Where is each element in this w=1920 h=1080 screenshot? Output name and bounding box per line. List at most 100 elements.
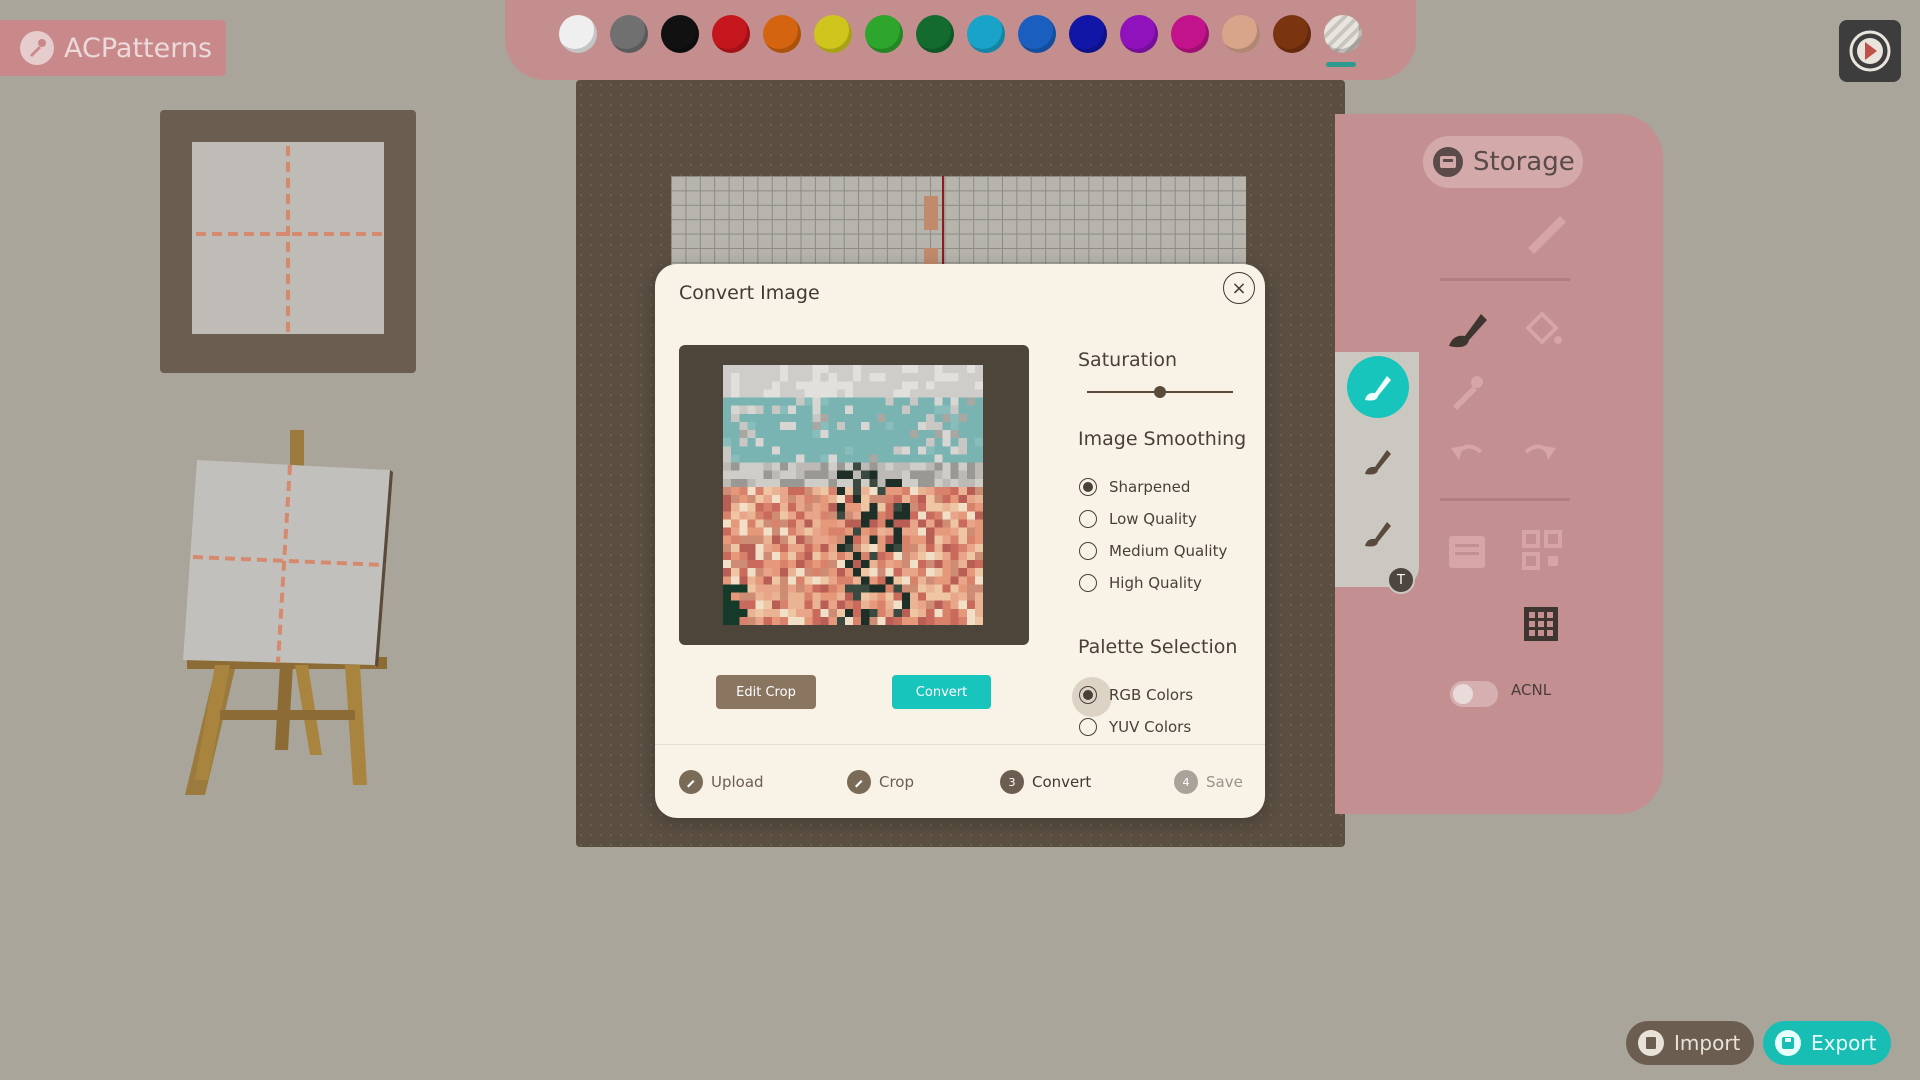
palette-swatch[interactable] <box>763 15 801 53</box>
image-pixel <box>869 397 878 406</box>
image-pixel <box>747 430 756 439</box>
image-pixel <box>755 543 764 552</box>
pattern-preview[interactable] <box>192 142 384 334</box>
image-pixel <box>861 421 870 430</box>
image-pixel <box>901 421 910 430</box>
image-pixel <box>771 470 780 479</box>
image-pixel <box>853 478 862 487</box>
export-button[interactable]: Export <box>1763 1021 1891 1065</box>
radio-rgb-colors[interactable]: RGB Colors <box>1079 686 1193 704</box>
radio-yuv-colors[interactable]: YUV Colors <box>1079 718 1191 736</box>
step-upload[interactable]: Upload <box>679 770 764 794</box>
image-pixel <box>731 438 740 447</box>
radio-sharpened[interactable]: Sharpened <box>1079 478 1190 496</box>
image-pixel <box>909 584 918 593</box>
close-button[interactable]: × <box>1223 272 1255 304</box>
image-pixel <box>739 576 748 585</box>
top-right-button[interactable] <box>1839 20 1901 82</box>
image-pixel <box>974 389 983 398</box>
image-pixel <box>942 576 951 585</box>
palette-swatch[interactable] <box>814 15 852 53</box>
image-pixel <box>836 560 845 569</box>
image-pixel <box>893 446 902 455</box>
radio-dot[interactable] <box>1079 574 1097 592</box>
image-pixel <box>877 568 886 577</box>
image-pixel <box>828 560 837 569</box>
palette-swatch[interactable] <box>1171 15 1209 53</box>
saturation-slider[interactable] <box>1087 386 1233 398</box>
app-logo[interactable]: ACPatterns <box>0 20 226 76</box>
convert-button[interactable]: Convert <box>892 675 991 709</box>
text-document-icon[interactable] <box>1447 532 1487 576</box>
palette-swatch[interactable] <box>559 15 597 53</box>
pencil-sketch-icon[interactable] <box>1520 208 1570 262</box>
radio-low-quality[interactable]: Low Quality <box>1079 510 1197 528</box>
radio-dot[interactable] <box>1079 686 1097 704</box>
image-pixel <box>893 592 902 601</box>
storage-button[interactable]: Storage <box>1423 136 1583 188</box>
radio-medium-quality[interactable]: Medium Quality <box>1079 542 1227 560</box>
palette-swatch[interactable] <box>610 15 648 53</box>
palette-swatch-pattern[interactable] <box>1324 15 1362 53</box>
paint-bucket-icon[interactable] <box>1520 306 1564 354</box>
image-pixel <box>950 608 959 617</box>
import-button[interactable]: Import <box>1626 1021 1754 1065</box>
brush-size-medium-button[interactable] <box>1361 444 1395 482</box>
image-pixel <box>909 592 918 601</box>
qr-code-icon[interactable] <box>1522 530 1562 574</box>
image-pixel <box>918 600 927 609</box>
undo-icon[interactable] <box>1447 436 1487 474</box>
acnl-toggle[interactable] <box>1450 681 1498 707</box>
grid-icon[interactable] <box>1522 605 1560 647</box>
image-pixel <box>812 365 821 374</box>
image-pixel <box>771 446 780 455</box>
step-convert[interactable]: 3 Convert <box>1000 770 1091 794</box>
palette-swatch[interactable] <box>712 15 750 53</box>
palette-swatch[interactable] <box>1069 15 1107 53</box>
redo-icon[interactable] <box>1520 436 1560 474</box>
image-pixel <box>885 616 894 625</box>
image-pixel <box>885 503 894 512</box>
image-pixel <box>731 584 740 593</box>
image-pixel <box>869 421 878 430</box>
image-pixel <box>763 495 772 504</box>
radio-dot[interactable] <box>1079 542 1097 560</box>
slider-knob[interactable] <box>1154 386 1166 398</box>
radio-dot[interactable] <box>1079 718 1097 736</box>
palette-swatch[interactable] <box>865 15 903 53</box>
palette-swatch[interactable] <box>1222 15 1260 53</box>
image-pixel <box>942 560 951 569</box>
image-pixel <box>901 527 910 536</box>
step-crop[interactable]: Crop <box>847 770 914 794</box>
radio-dot[interactable] <box>1079 478 1097 496</box>
image-pixel <box>812 446 821 455</box>
edit-crop-button[interactable]: Edit Crop <box>716 675 816 709</box>
image-pixel <box>723 608 732 617</box>
brush-size-small-button[interactable] <box>1347 356 1409 418</box>
brush-icon[interactable] <box>1443 304 1493 358</box>
tool-badge[interactable]: T <box>1387 566 1415 594</box>
step-save[interactable]: 4 Save <box>1174 770 1243 794</box>
radio-high-quality[interactable]: High Quality <box>1079 574 1202 592</box>
palette-swatch[interactable] <box>661 15 699 53</box>
palette-swatch[interactable] <box>967 15 1005 53</box>
palette-swatch[interactable] <box>1018 15 1056 53</box>
image-pixel <box>853 421 862 430</box>
image-pixel <box>820 397 829 406</box>
image-pixel <box>942 389 951 398</box>
brush-size-large-button[interactable] <box>1361 516 1395 554</box>
image-pixel <box>853 503 862 512</box>
image-pixel <box>836 421 845 430</box>
eyedropper-icon[interactable] <box>1447 372 1487 416</box>
pixel-grid-canvas[interactable] <box>671 176 1246 266</box>
image-pixel <box>909 438 918 447</box>
image-pixel <box>893 535 902 544</box>
palette-swatch[interactable] <box>1273 15 1311 53</box>
image-pixel <box>755 527 764 536</box>
image-pixel <box>820 478 829 487</box>
palette-swatch[interactable] <box>916 15 954 53</box>
palette-swatch[interactable] <box>1120 15 1158 53</box>
radio-dot[interactable] <box>1079 510 1097 528</box>
image-pixel <box>828 454 837 463</box>
image-pixel <box>974 478 983 487</box>
